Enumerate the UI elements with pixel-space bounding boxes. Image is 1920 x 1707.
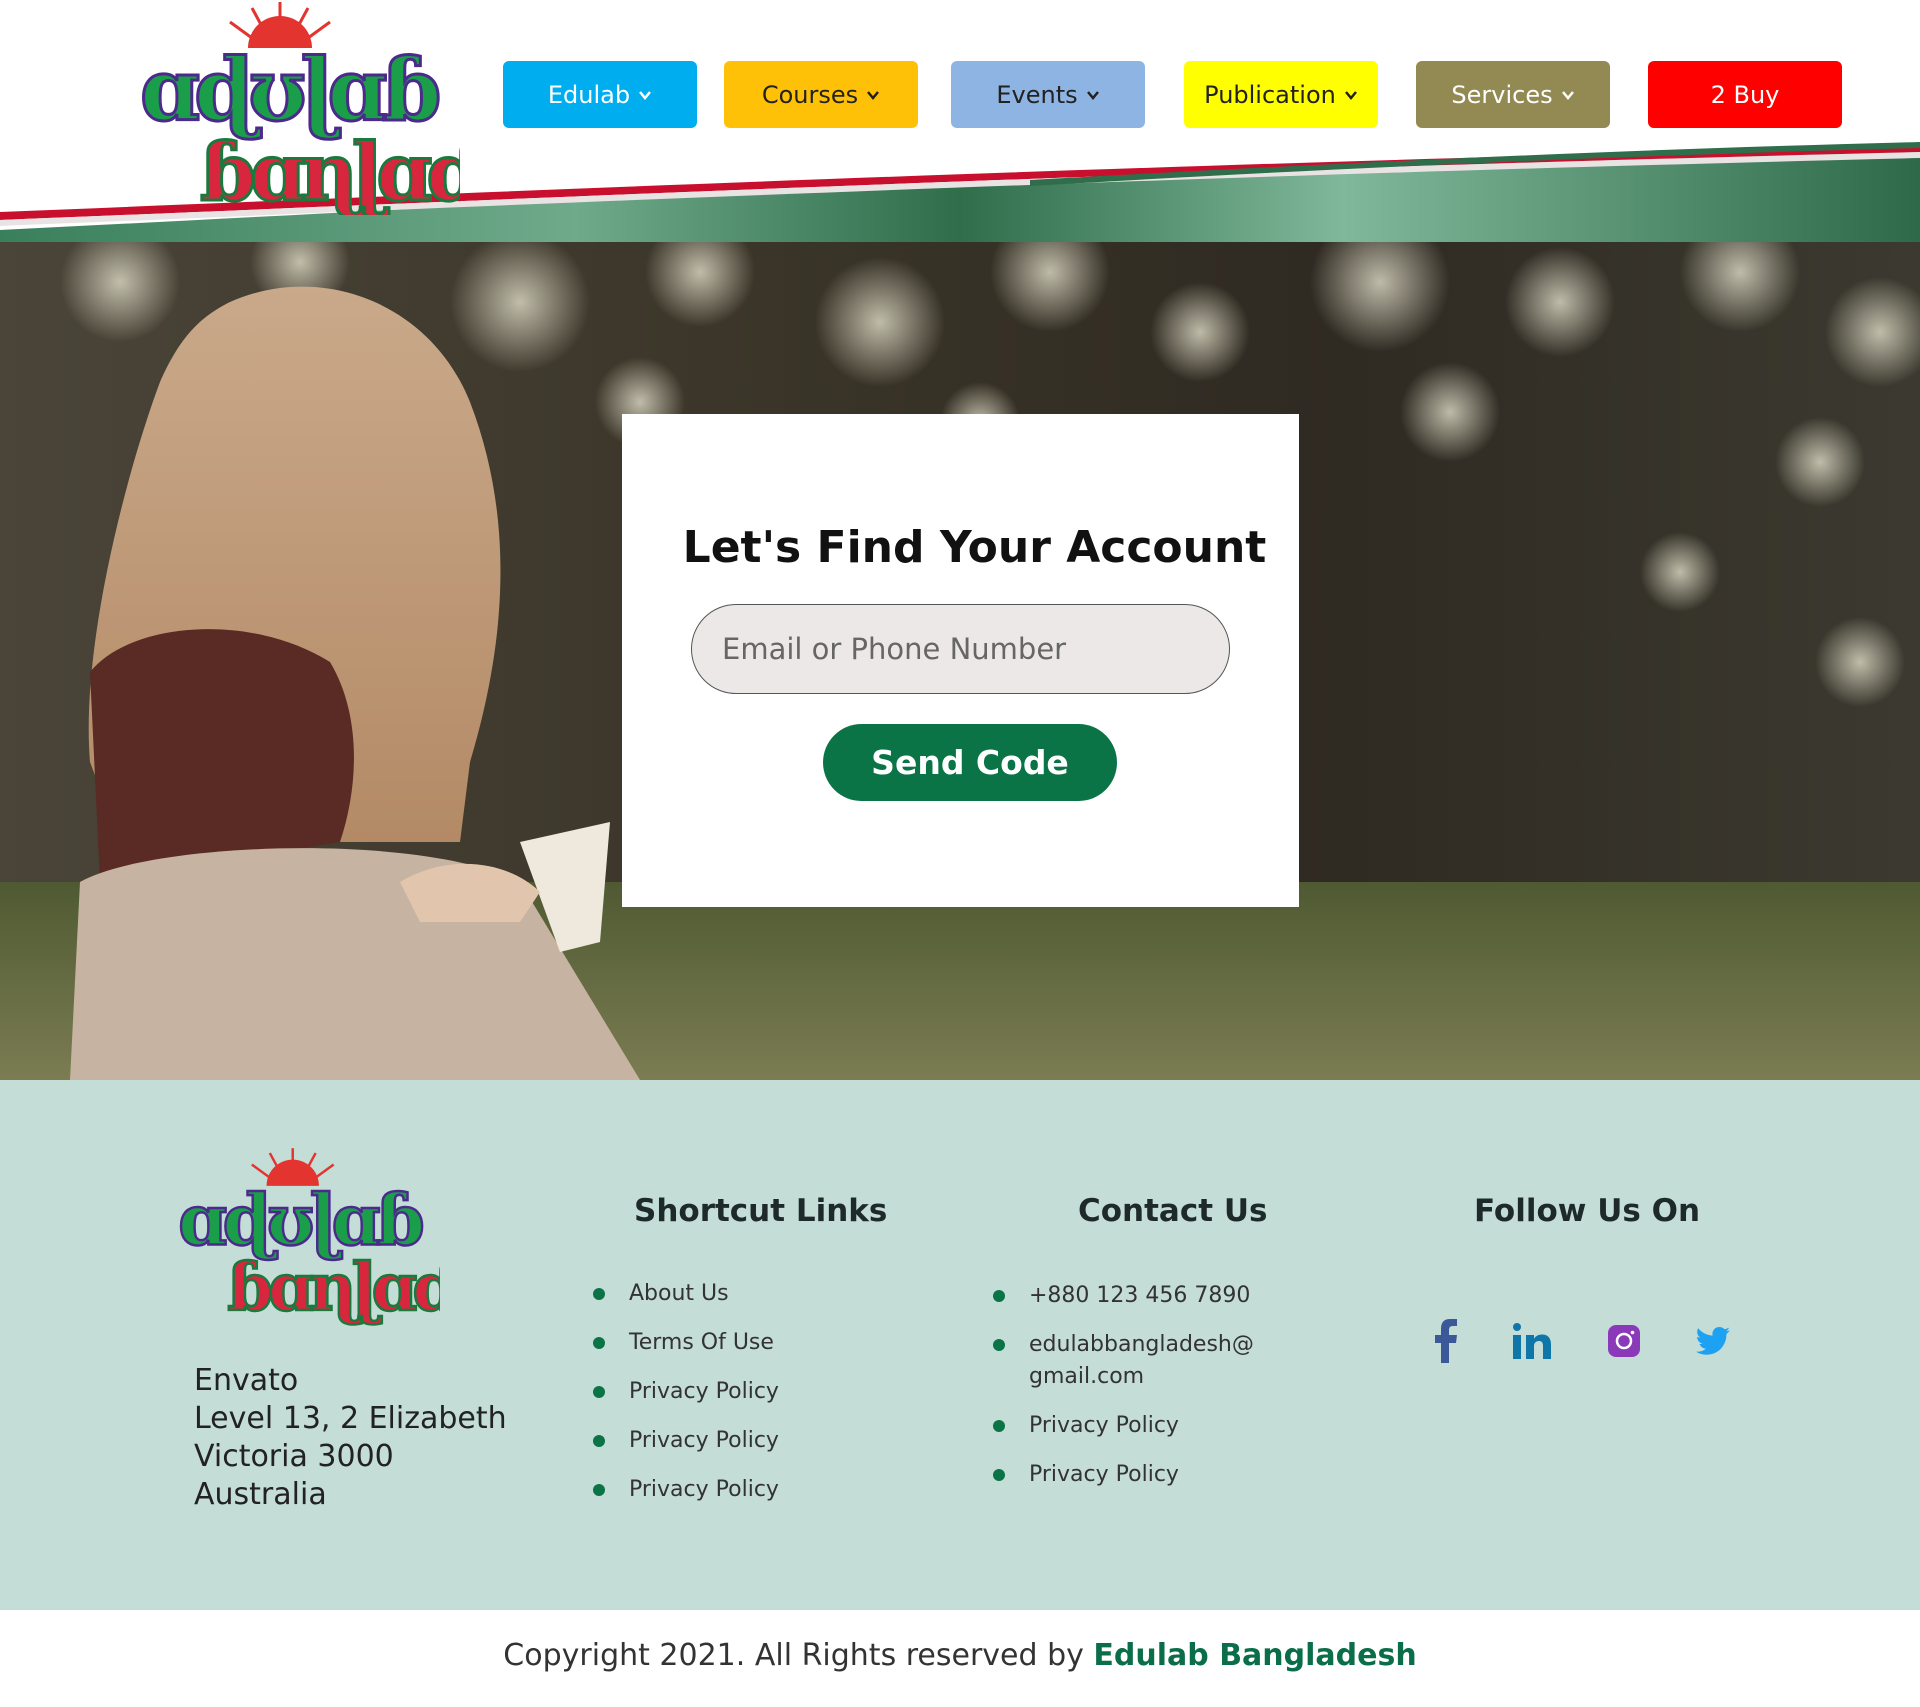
contact-phone[interactable]: +880 123 456 7890 [993, 1280, 1293, 1312]
shortcut-links-heading: Shortcut Links [634, 1193, 888, 1229]
bullet-icon [593, 1435, 605, 1447]
svg-text:ɑɖʊɭɑɓ: ɑɖʊɭɑɓ [178, 1179, 423, 1262]
svg-text:ɓɑɳɭɑɗ: ɓɑɳɭɑɗ [200, 125, 460, 215]
nav-edulab-button[interactable]: Edulab [503, 61, 697, 128]
edulab-logo[interactable]: ɑɖʊɭɑɓ ɓɑɳɭɑɗ [130, 0, 460, 215]
chevron-down-icon [639, 90, 652, 100]
bullet-icon [593, 1337, 605, 1349]
bullet-icon [593, 1386, 605, 1398]
nav-2buy-button[interactable]: 2 Buy [1648, 61, 1842, 128]
email-or-phone-input[interactable] [691, 604, 1230, 694]
bullet-icon [993, 1469, 1005, 1481]
nav-courses-button[interactable]: Courses [724, 61, 918, 128]
send-code-button[interactable]: Send Code [823, 724, 1117, 801]
nav-services-button[interactable]: Services [1416, 61, 1610, 128]
bullet-icon [993, 1420, 1005, 1432]
nav-courses-label: Courses [761, 80, 859, 109]
link-privacy-policy[interactable]: Privacy Policy [593, 1476, 933, 1503]
nav-edulab-label: Edulab [547, 80, 631, 109]
brand-link[interactable]: Edulab Bangladesh [1093, 1638, 1416, 1673]
nav-publication-label: Publication [1204, 80, 1336, 109]
link-label: Privacy Policy [1029, 1462, 1179, 1487]
email-line-2: gmail.com [1029, 1364, 1145, 1389]
svg-text:ɓɑɳɭɑɗ: ɓɑɳɭɑɗ [227, 1250, 440, 1326]
company-address: Envato Level 13, 2 Elizabeth Victoria 30… [194, 1362, 507, 1514]
link-label: Privacy Policy [629, 1428, 779, 1453]
bullet-icon [993, 1339, 1005, 1351]
address-line: Australia [194, 1477, 327, 1512]
email-line-1: edulabbangladesh@ [1029, 1332, 1254, 1357]
linkedin-icon[interactable] [1507, 1316, 1557, 1366]
facebook-icon[interactable] [1421, 1316, 1471, 1366]
card-title: Let's Find Your Account [682, 522, 1267, 573]
contact-privacy-policy[interactable]: Privacy Policy [993, 1410, 1293, 1442]
link-label: Terms Of Use [629, 1330, 774, 1355]
chevron-down-icon [1561, 90, 1574, 100]
link-about-us[interactable]: About Us [593, 1280, 933, 1307]
address-line: Envato [194, 1363, 299, 1398]
bullet-icon [593, 1288, 605, 1300]
link-label: Privacy Policy [629, 1379, 779, 1404]
link-privacy-policy[interactable]: Privacy Policy [593, 1427, 933, 1454]
link-privacy-policy[interactable]: Privacy Policy [593, 1378, 933, 1405]
phone-number: +880 123 456 7890 [1029, 1283, 1251, 1308]
contact-us-heading: Contact Us [1078, 1193, 1268, 1229]
contact-list: +880 123 456 7890 edulabbangladesh@ gmail… [993, 1280, 1293, 1508]
address-line: Level 13, 2 Elizabeth [194, 1401, 507, 1436]
footer-edulab-logo[interactable]: ɑɖʊɭɑɓ ɓɑɳɭɑɗ [170, 1142, 440, 1327]
copyright-text: Copyright 2021. All Rights reserved by E… [0, 1638, 1920, 1673]
nav-services-label: Services [1451, 80, 1553, 109]
twitter-icon[interactable] [1688, 1316, 1738, 1366]
chevron-down-icon [867, 90, 880, 100]
link-label: Privacy Policy [629, 1477, 779, 1502]
link-terms-of-use[interactable]: Terms Of Use [593, 1329, 933, 1356]
chevron-down-icon [1086, 90, 1099, 100]
link-label: About Us [629, 1281, 729, 1306]
nav-publication-button[interactable]: Publication [1184, 61, 1378, 128]
shortcut-links-list: About Us Terms Of Use Privacy Policy Pri… [593, 1280, 933, 1525]
follow-us-heading: Follow Us On [1474, 1193, 1701, 1229]
nav-events-button[interactable]: Events [951, 61, 1145, 128]
nav-events-label: Events [996, 80, 1078, 109]
bullet-icon [993, 1290, 1005, 1302]
address-line: Victoria 3000 [194, 1439, 394, 1474]
chevron-down-icon [1344, 90, 1357, 100]
contact-privacy-policy[interactable]: Privacy Policy [993, 1459, 1293, 1491]
instagram-icon[interactable] [1599, 1316, 1649, 1366]
link-label: Privacy Policy [1029, 1413, 1179, 1438]
site-header: ɑɖʊɭɑɓ ɓɑɳɭɑɗ Edulab Courses Events Publ… [0, 0, 1920, 242]
site-footer: ɑɖʊɭɑɓ ɓɑɳɭɑɗ Envato Level 13, 2 Elizabe… [0, 1080, 1920, 1610]
hero-section: Let's Find Your Account Send Code [0, 242, 1920, 1080]
contact-email[interactable]: edulabbangladesh@ gmail.com [993, 1329, 1293, 1393]
bullet-icon [593, 1484, 605, 1496]
find-account-card: Let's Find Your Account Send Code [622, 414, 1299, 907]
copyright-prefix: Copyright 2021. All Rights reserved by [503, 1638, 1094, 1673]
nav-2buy-label: 2 Buy [1710, 80, 1780, 109]
